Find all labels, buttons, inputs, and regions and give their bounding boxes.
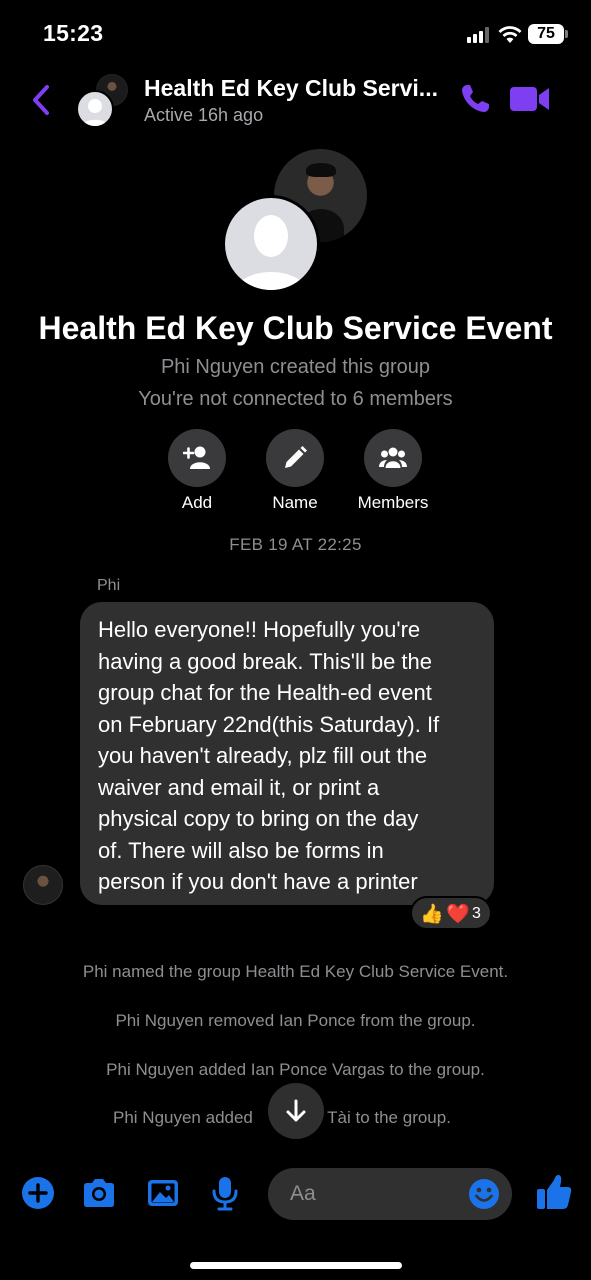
thumbs-up-reaction-icon: 👍	[420, 904, 444, 925]
message-line: of. There will also be forms in	[98, 837, 384, 863]
back-chevron-icon[interactable]	[28, 84, 56, 116]
group-avatar-small[interactable]	[76, 74, 132, 130]
home-indicator	[190, 1262, 402, 1269]
message-input-pill[interactable]	[268, 1168, 512, 1220]
status-bar: 15:23 75	[0, 0, 591, 66]
active-status: Active 16h ago	[144, 105, 264, 125]
message-input[interactable]	[290, 1168, 470, 1220]
photo-icon[interactable]	[145, 1175, 181, 1211]
person-silhouette-icon	[234, 215, 308, 290]
connection-note: You're not connected to 6 members	[138, 388, 453, 410]
message-composer	[0, 1160, 591, 1230]
sender-avatar[interactable]	[23, 865, 63, 905]
member-avatar-default	[76, 90, 114, 128]
plus-icon[interactable]	[20, 1175, 56, 1211]
pencil-icon	[285, 446, 307, 468]
message-line: having a good break. This'll be the	[98, 648, 433, 674]
thumbs-up-icon[interactable]	[535, 1172, 573, 1212]
arrow-down-icon	[286, 1099, 306, 1122]
group-name: Health Ed Key Club Service Event	[38, 310, 553, 346]
emoji-icon[interactable]	[468, 1178, 500, 1210]
message-reactions[interactable]: 👍 ❤️ 3	[410, 896, 492, 930]
system-message-start: Phi Nguyen added	[113, 1108, 253, 1127]
chat-title[interactable]: Health Ed Key Club Servi...	[144, 75, 438, 102]
message-line: person if you don't have a printer	[98, 869, 418, 894]
message-line: on February 22nd(this Saturday). If	[98, 711, 440, 737]
chat-header: Health Ed Key Club Servi... Active 16h a…	[0, 66, 591, 136]
camera-icon[interactable]	[81, 1175, 117, 1211]
message-line: waiver and email it, or print a	[98, 774, 380, 800]
system-message: Phi Nguyen added Ian Ponce Vargas to the…	[106, 1060, 485, 1079]
add-member-button[interactable]: Add	[147, 429, 247, 519]
group-created-by: Phi Nguyen created this group	[160, 356, 431, 378]
message-bubble[interactable]: Hello everyone!! Hopefully you're having…	[80, 602, 494, 905]
date-separator: FEB 19 AT 22:25	[229, 535, 362, 554]
members-label: Members	[357, 493, 429, 512]
system-message: Phi named the group Health Ed Key Club S…	[82, 962, 509, 981]
message-line: physical copy to bring on the day	[98, 806, 419, 831]
person-silhouette-icon	[81, 99, 109, 126]
battery-indicator: 75	[528, 24, 564, 44]
video-camera-icon[interactable]	[509, 84, 551, 114]
status-time: 15:23	[43, 20, 104, 46]
message-line: you haven't already, plz fill out the	[98, 743, 428, 768]
system-message: Phi Nguyen removed Ian Ponce from the gr…	[115, 1011, 476, 1030]
microphone-icon[interactable]	[207, 1175, 243, 1211]
phone-icon[interactable]	[458, 82, 492, 116]
add-label: Add	[181, 493, 213, 512]
cellular-signal-icon	[467, 27, 491, 43]
heart-reaction-icon: ❤️	[446, 904, 470, 925]
wifi-icon	[498, 26, 522, 43]
people-icon	[379, 447, 407, 468]
name-label: Name	[272, 493, 318, 512]
message-line: group chat for the Health-ed event	[98, 680, 432, 705]
reaction-count: 3	[472, 905, 481, 922]
message-line: Hello everyone!! Hopefully you're	[98, 617, 421, 642]
rename-group-button[interactable]: Name	[245, 429, 345, 519]
battery-nub	[565, 30, 568, 38]
add-person-icon	[183, 446, 210, 469]
scroll-to-bottom-button[interactable]	[268, 1083, 324, 1139]
system-message-end: . Tài to the group.	[318, 1108, 451, 1127]
members-button[interactable]: Members	[343, 429, 443, 519]
group-avatar-large[interactable]	[222, 195, 320, 293]
sender-name: Phi	[97, 577, 121, 594]
